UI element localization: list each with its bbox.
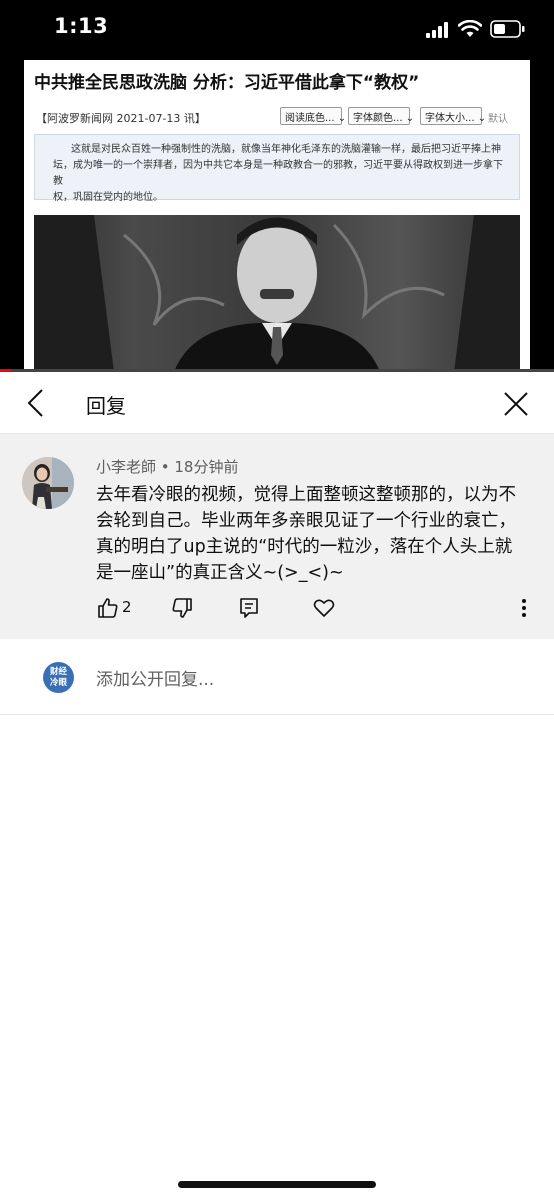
app-screen: 1:13 中共推全民思政洗脑 分析：习近平借此拿下“教权” 【阿波罗新闻网 20… <box>0 0 554 1200</box>
thumbs-up-icon[interactable] <box>96 596 120 620</box>
cellular-signal-icon <box>426 22 448 38</box>
status-time: 1:13 <box>54 14 109 38</box>
font-size-select: 字体大小... ⌄ <box>420 107 486 125</box>
article-photo <box>34 215 520 372</box>
reply-header: 回复 <box>0 372 554 434</box>
add-reply-bar[interactable]: 财经 冷眼 添加公开回复... <box>0 639 554 715</box>
home-indicator[interactable] <box>178 1181 376 1188</box>
comment-author[interactable]: 小李老師 • 18分钟前 <box>96 456 238 477</box>
summary-line: 坛，成为唯一的一个崇拜者，因为中共它本身是一种政教合一的邪教，习近平要从得政权到… <box>53 160 503 187</box>
more-options-icon[interactable] <box>518 596 530 620</box>
read-bg-select: 阅读底色... ⌄ <box>280 107 346 125</box>
article-title: 中共推全民思政洗脑 分析：习近平借此拿下“教权” <box>34 73 420 93</box>
article-meta: 【阿波罗新闻网 2021-07-13 讯】 <box>36 112 206 125</box>
status-bar: 1:13 <box>0 0 554 60</box>
default-label: 默认 <box>488 114 508 125</box>
thumbs-down-icon[interactable] <box>170 596 194 620</box>
my-avatar: 财经 冷眼 <box>43 662 74 693</box>
summary-line: 这就是对民众百姓一种强制性的洗脑，就像当年神化毛泽东的洗脑灌输一样，最后把习近平… <box>71 144 501 155</box>
reply-input[interactable]: 添加公开回复... <box>96 665 214 690</box>
heart-icon[interactable] <box>312 596 336 620</box>
summary-line: 权，巩固在党内的地位。 <box>53 192 163 203</box>
wifi-icon <box>458 20 482 37</box>
chevron-left-icon[interactable] <box>24 388 48 418</box>
video-player[interactable]: 中共推全民思政洗脑 分析：习近平借此拿下“教权” 【阿波罗新闻网 2021-07… <box>0 60 554 372</box>
reply-title: 回复 <box>86 394 126 418</box>
font-color-select: 字体颜色... ⌄ <box>348 107 414 125</box>
like-count: 2 <box>122 598 132 616</box>
reply-icon[interactable] <box>237 596 261 620</box>
close-icon[interactable] <box>502 390 530 418</box>
battery-icon <box>490 20 525 38</box>
article-summary: 这就是对民众百姓一种强制性的洗脑，就像当年神化毛泽东的洗脑灌输一样，最后把习近平… <box>34 134 520 203</box>
video-frame-article: 中共推全民思政洗脑 分析：习近平借此拿下“教权” 【阿波罗新闻网 2021-07… <box>24 60 530 372</box>
comment-text: 去年看冷眼的视频，觉得上面整顿这整顿那的，以为不会轮到自己。毕业两年多亲眼见证了… <box>96 485 516 583</box>
comment-item: 小李老師 • 18分钟前 去年看冷眼的视频，觉得上面整顿这整顿那的，以为不会轮到… <box>0 434 554 639</box>
comment-actions: 2 <box>0 594 554 624</box>
avatar[interactable] <box>22 457 74 509</box>
